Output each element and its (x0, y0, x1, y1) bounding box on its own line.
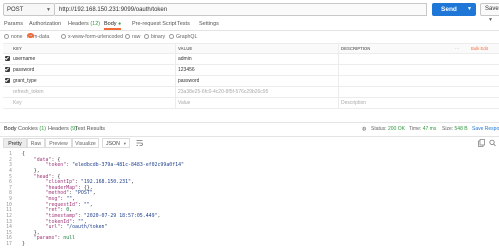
table-row: username admin (3, 54, 499, 65)
radio-selected-icon (27, 33, 34, 38)
response-bar: Body Cookies (1) Headers (9) Test Result… (0, 122, 499, 137)
key-placeholder[interactable]: Key (13, 98, 22, 108)
description-placeholder[interactable]: Description (341, 98, 366, 108)
radio-icon (61, 34, 66, 40)
view-preview-button[interactable]: Preview (45, 138, 72, 148)
response-view-bar: Pretty Raw Preview Visualize JSON ▼ (0, 138, 499, 149)
send-button[interactable]: Send ▼ (432, 3, 476, 16)
request-tabs: Params Authorization Headers (12) Body ●… (0, 18, 499, 31)
row-value[interactable]: admin (178, 54, 192, 64)
column-header-key: KEY (13, 46, 22, 51)
code-line: "params": null (33, 235, 76, 242)
tab-tests[interactable]: Tests (177, 18, 190, 30)
form-data-table: KEY VALUE DESCRIPTION Bulk Edit ··· user… (3, 43, 499, 109)
table-row-placeholder: Key Value Description (3, 98, 499, 109)
search-icon[interactable] (489, 139, 496, 147)
tab-pre-request-script[interactable]: Pre-request Script (132, 18, 176, 30)
size-info: Size: 548 B (442, 126, 468, 132)
radio-icon (125, 34, 130, 40)
status-value: 200 OK (387, 126, 405, 132)
checkbox-checked-icon[interactable] (5, 67, 10, 72)
table-header: KEY VALUE DESCRIPTION Bulk Edit ··· (3, 43, 499, 54)
code-line: } (22, 241, 25, 248)
view-pretty-button[interactable]: Pretty (3, 138, 27, 148)
column-header-value: VALUE (178, 46, 193, 51)
table-row: grant_type password (3, 76, 499, 87)
save-button[interactable]: Save ▼ (480, 3, 499, 23)
more-icon[interactable]: ··· (455, 44, 459, 53)
row-value[interactable]: password (178, 76, 199, 86)
radio-raw[interactable]: raw (125, 33, 140, 41)
tab-params[interactable]: Params (4, 18, 23, 30)
url-input[interactable]: http://192.168.150.231:9099/oauth/token (55, 3, 427, 16)
method-select[interactable]: POST ▼ (3, 3, 55, 16)
radio-icon (169, 34, 174, 40)
column-header-description: DESCRIPTION (341, 46, 371, 51)
checkbox-checked-icon[interactable] (5, 78, 10, 83)
row-key[interactable]: grant_type (13, 76, 37, 86)
code-line: "token": "eledbcdb-379a-481c-8483-ef02c9… (45, 162, 184, 169)
tab-body[interactable]: Body ● (104, 18, 122, 30)
tab-authorization[interactable]: Authorization (29, 18, 61, 30)
headers-count: (12) (90, 21, 101, 27)
table-row: refresh_token 23a38e25-6fc0-4c20-8f5f-57… (3, 87, 499, 98)
checkbox-checked-icon[interactable] (5, 56, 10, 61)
view-raw-button[interactable]: Raw (27, 138, 45, 148)
tab-headers[interactable]: Headers (12) (68, 18, 100, 30)
radio-none[interactable]: none (4, 33, 23, 41)
radio-x-www-form-urlencoded[interactable]: x-www-form-urlencoded (61, 33, 123, 41)
radio-graphql[interactable]: GraphQL (169, 33, 197, 41)
tab-settings[interactable]: Settings (199, 18, 219, 30)
response-tab-test-results[interactable]: Test Results (75, 123, 105, 136)
time-info: Time: 47 ms (409, 126, 437, 132)
format-select[interactable]: JSON ▼ (102, 138, 130, 148)
chevron-down-icon: ▼ (467, 6, 472, 12)
request-bar: POST ▼ http://192.168.150.231:9099/oauth… (0, 0, 499, 23)
size-value: 548 B (454, 126, 468, 132)
chevron-down-icon: ▼ (46, 7, 51, 13)
row-value[interactable]: 23a38e25-6fc0-4c20-8f5f-576c29b26c95 (178, 87, 268, 97)
body-indicator-icon: ● (118, 21, 122, 27)
response-tab-cookies[interactable]: Cookies (1) (18, 123, 46, 136)
status-info: Status: 200 OK (371, 126, 405, 132)
radio-icon (144, 34, 149, 40)
radio-form-data[interactable]: form-data (27, 33, 49, 41)
bulk-edit-link[interactable]: Bulk Edit (471, 44, 488, 53)
radio-binary[interactable]: binary (144, 33, 165, 41)
row-value[interactable]: 123456 (178, 65, 195, 75)
view-visualize-button[interactable]: Visualize (72, 138, 99, 148)
method-label: POST (7, 7, 24, 13)
table-row: password 123456 (3, 65, 499, 76)
body-type-options: none form-data x-www-form-urlencoded raw… (0, 31, 499, 43)
save-label: Save (485, 6, 499, 12)
globe-icon: ◍ (362, 126, 367, 132)
send-label: Send (441, 6, 457, 13)
copy-icon[interactable] (478, 139, 485, 147)
row-key[interactable]: username (13, 54, 35, 64)
save-response-button[interactable]: Save Response ▾ (472, 123, 499, 136)
line-number: 17 (6, 241, 12, 248)
response-tab-headers[interactable]: Headers (9) (48, 123, 77, 136)
response-body-code: 1{2 "data": {3 "token": "eledbcdb-379a-4… (0, 151, 499, 250)
value-placeholder[interactable]: Value (178, 98, 190, 108)
wrap-lines-icon[interactable] (136, 139, 143, 147)
row-key[interactable]: password (13, 65, 34, 75)
time-value: 47 ms (422, 126, 437, 132)
response-tab-body[interactable]: Body (4, 123, 17, 136)
radio-icon (4, 34, 9, 40)
row-key[interactable]: refresh_token (13, 87, 44, 97)
chevron-down-icon: ▼ (122, 141, 127, 146)
